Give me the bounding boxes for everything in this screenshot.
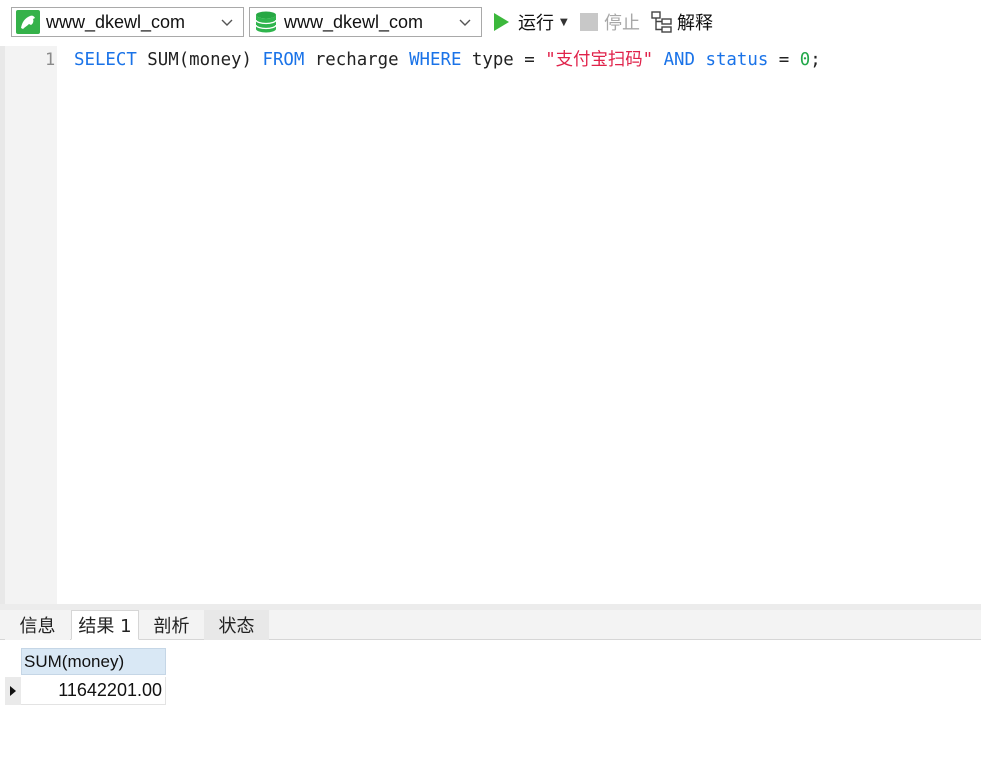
keyword-status: status — [705, 50, 769, 70]
code-token: recharge — [304, 50, 410, 70]
stop-label: 停止 — [604, 13, 640, 34]
code-token: SUM(money) — [136, 50, 263, 70]
result-grid: SUM(money) 11642201.00 — [0, 640, 981, 767]
keyword-and: AND — [663, 50, 695, 70]
line-number-gutter: 1 — [5, 46, 57, 604]
connection-value: www_dkewl_com — [46, 11, 186, 32]
chevron-down-icon — [221, 19, 233, 26]
string-literal: "支付宝扫码" — [545, 50, 654, 70]
explain-icon — [651, 11, 672, 33]
database-select[interactable]: www_dkewl_com — [249, 7, 482, 37]
code-token: type = — [461, 50, 546, 70]
code-token: = — [768, 50, 800, 70]
keyword-select: SELECT — [74, 50, 137, 70]
tab-result-1[interactable]: 结果 1 — [71, 610, 139, 640]
keyword-where: WHERE — [409, 50, 462, 70]
stop-button[interactable]: 停止 — [580, 8, 640, 36]
tab-status[interactable]: 状态 — [204, 610, 269, 640]
database-icon — [254, 10, 278, 34]
table-cell[interactable]: 11642201.00 — [21, 677, 166, 705]
dropdown-caret-icon[interactable]: ▼ — [560, 17, 568, 28]
keyword-from: FROM — [262, 50, 305, 70]
column-header[interactable]: SUM(money) — [21, 648, 166, 675]
code-line[interactable]: SELECT SUM(money) FROM recharge WHERE ty… — [74, 48, 821, 72]
current-row-icon — [10, 686, 16, 696]
row-indicator[interactable] — [5, 677, 21, 705]
database-value: www_dkewl_com — [284, 11, 424, 32]
tab-profile[interactable]: 剖析 — [139, 610, 204, 640]
toolbar: www_dkewl_com www_dkewl_com 运行 ▼ 停止 解释 — [0, 0, 981, 46]
line-number: 1 — [45, 50, 56, 70]
stop-icon — [580, 13, 598, 31]
sql-editor[interactable]: 1 SELECT SUM(money) FROM recharge WHERE … — [0, 46, 981, 604]
tab-info[interactable]: 信息 — [5, 610, 70, 640]
mysql-dolphin-icon — [16, 10, 40, 34]
run-label: 运行 — [518, 13, 554, 34]
run-button[interactable]: 运行 ▼ — [494, 8, 568, 36]
code-token: ; — [810, 50, 821, 70]
number-literal: 0 — [799, 50, 811, 70]
play-icon — [494, 13, 509, 31]
chevron-down-icon — [459, 19, 471, 26]
connection-select[interactable]: www_dkewl_com — [11, 7, 244, 37]
explain-label: 解释 — [677, 13, 713, 34]
explain-button[interactable]: 解释 — [650, 8, 713, 36]
result-tabs: 信息 结果 1 剖析 状态 — [0, 610, 981, 640]
